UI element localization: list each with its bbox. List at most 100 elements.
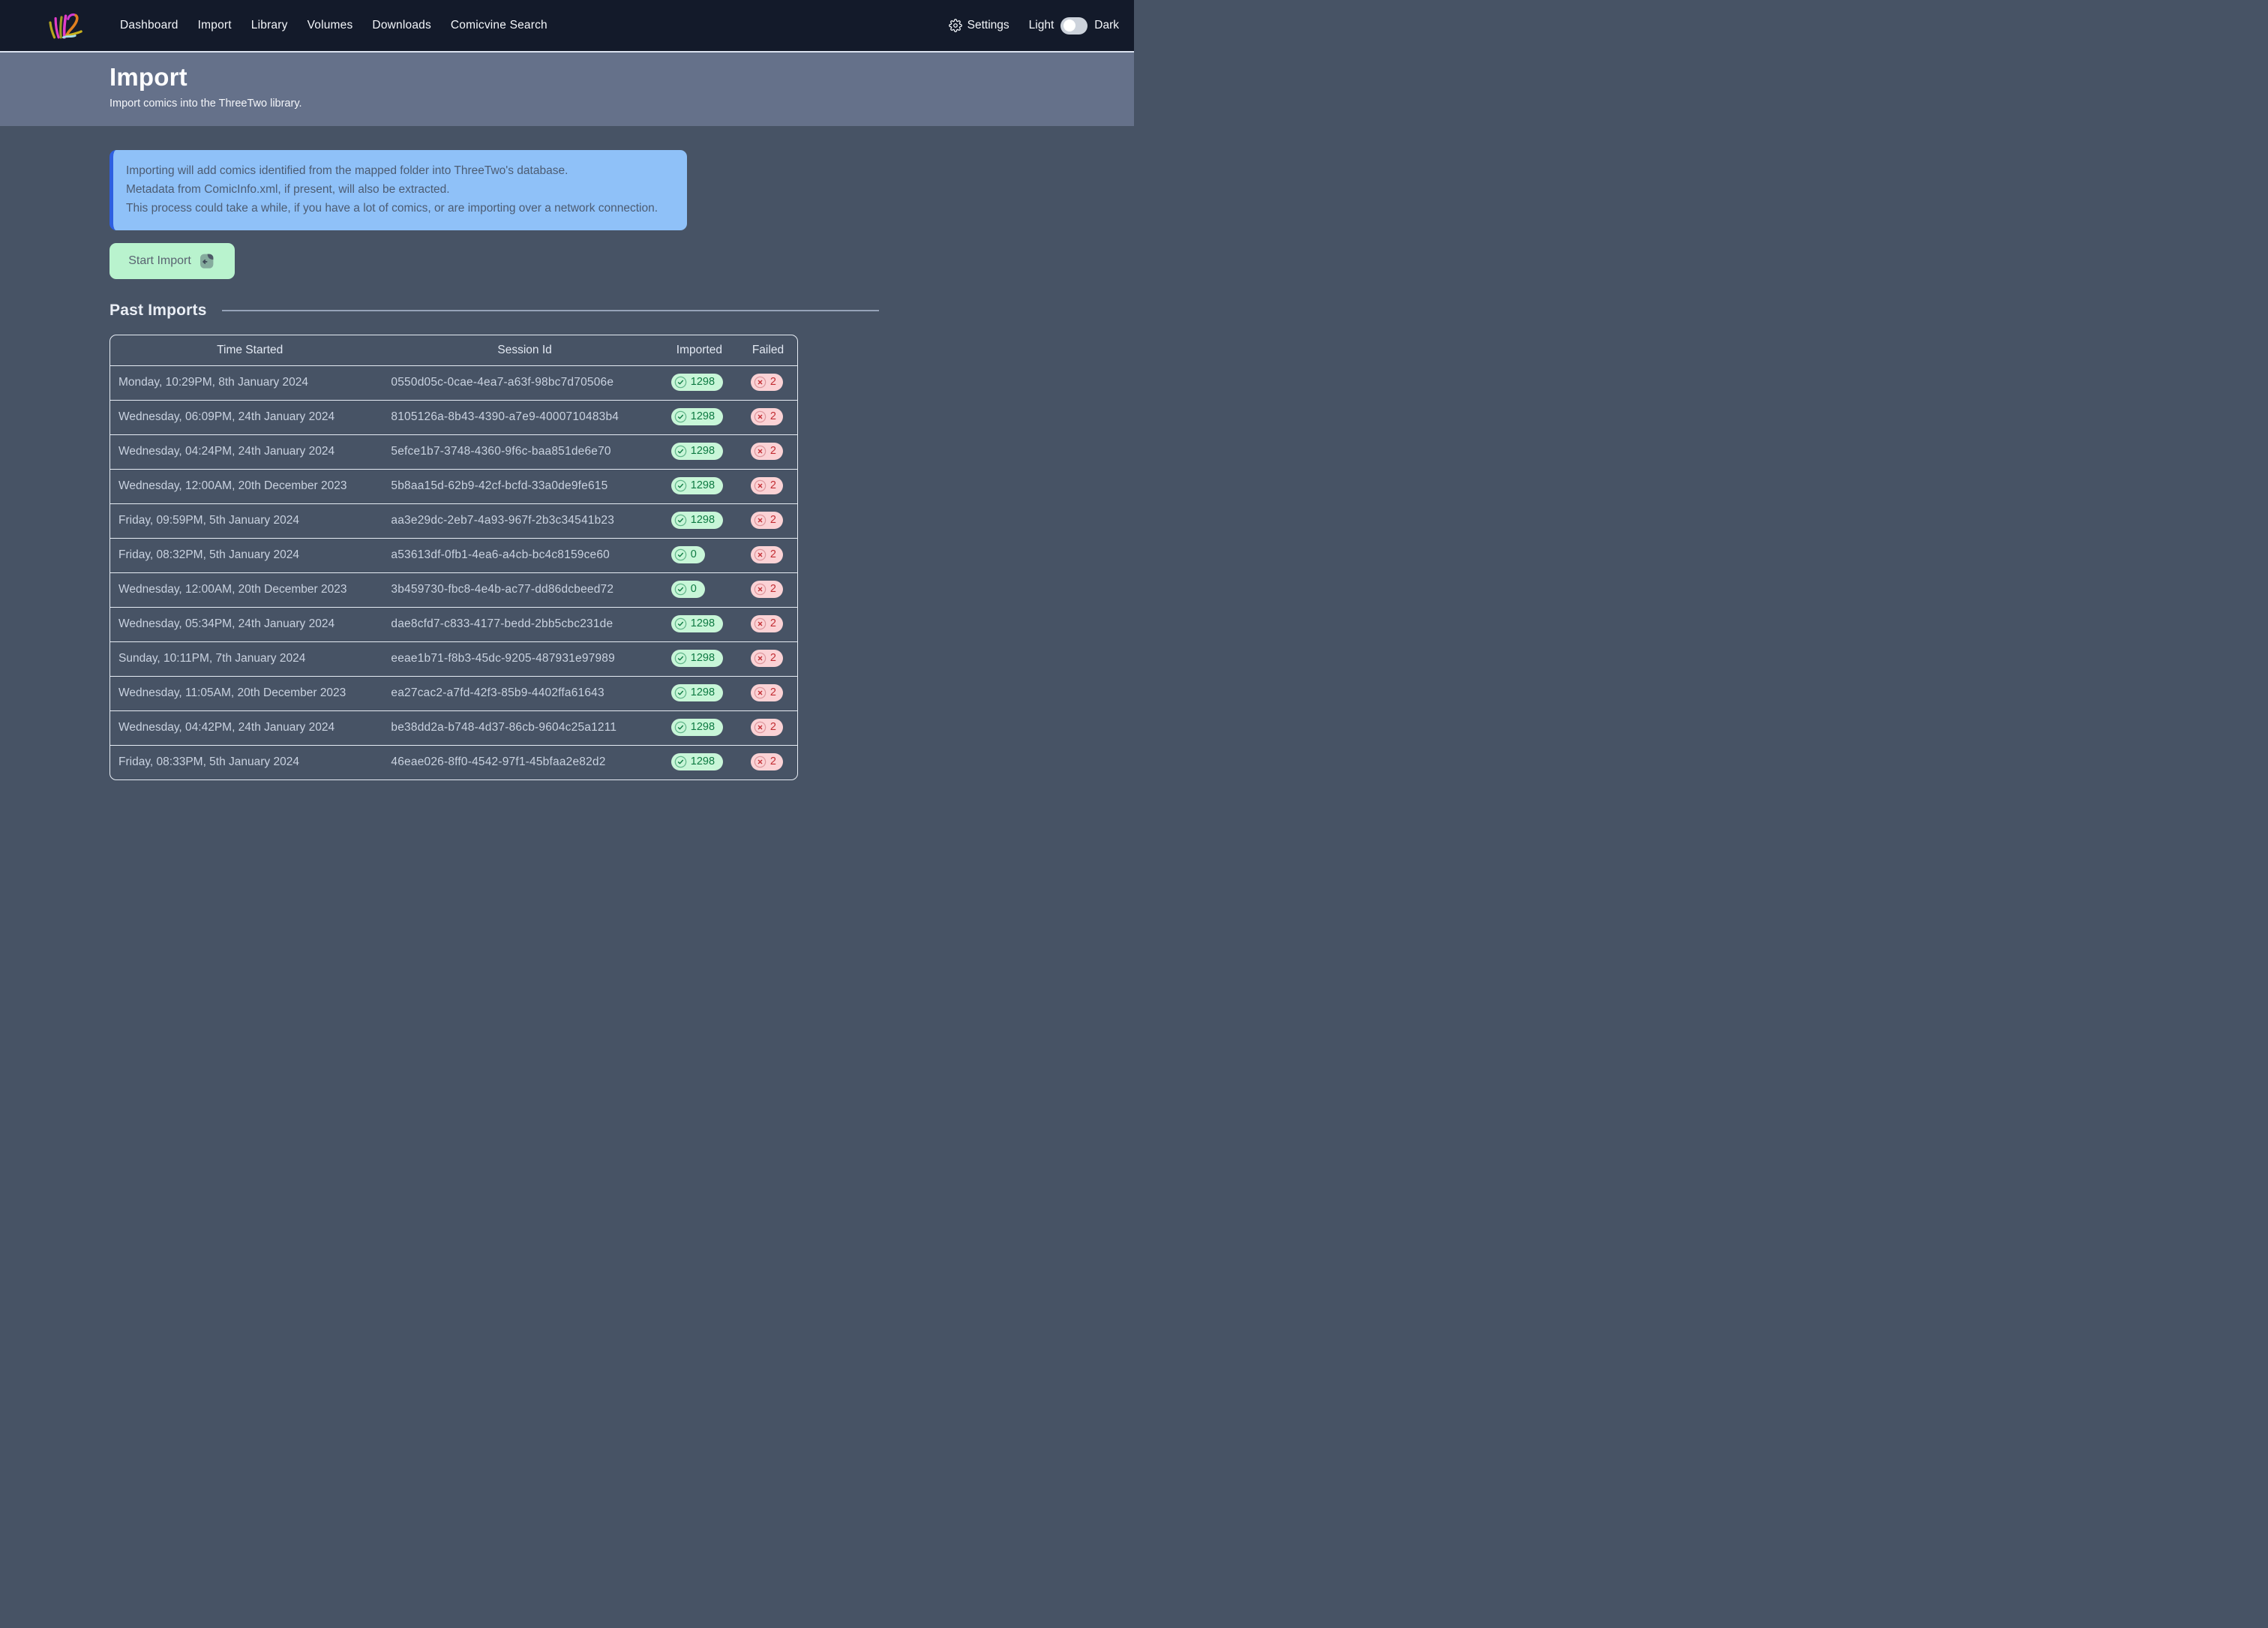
table-row: Wednesday, 04:24PM, 24th January 2024 5e… bbox=[110, 434, 797, 469]
nav-item-downloads[interactable]: Downloads bbox=[372, 19, 430, 32]
failed-badge: 2 bbox=[751, 615, 783, 632]
info-box: Importing will add comics identified fro… bbox=[110, 150, 687, 230]
table-row: Wednesday, 06:09PM, 24th January 2024 81… bbox=[110, 400, 797, 434]
session-id-cell: eeae1b71-f8b3-45dc-9205-487931e97989 bbox=[389, 641, 659, 676]
imported-badge: 1298 bbox=[671, 374, 723, 391]
failed-count: 2 bbox=[770, 514, 776, 526]
check-circle-icon bbox=[674, 548, 687, 561]
imported-badge: 1298 bbox=[671, 684, 723, 701]
check-circle-icon bbox=[674, 514, 687, 527]
table-row: Wednesday, 11:05AM, 20th December 2023 e… bbox=[110, 676, 797, 710]
session-id-cell: aa3e29dc-2eb7-4a93-967f-2b3c34541b23 bbox=[389, 503, 659, 538]
imported-cell: 1298 bbox=[660, 641, 739, 676]
start-import-button[interactable]: Start Import bbox=[110, 243, 235, 279]
nav-item-comicvine-search[interactable]: Comicvine Search bbox=[451, 19, 548, 32]
nav-item-volumes[interactable]: Volumes bbox=[308, 19, 353, 32]
time-started-cell: Wednesday, 11:05AM, 20th December 2023 bbox=[110, 676, 389, 710]
x-circle-icon bbox=[754, 376, 766, 389]
imported-count: 1298 bbox=[691, 445, 715, 457]
x-circle-icon bbox=[754, 445, 766, 458]
time-started-cell: Wednesday, 05:34PM, 24th January 2024 bbox=[110, 607, 389, 641]
imported-cell: 1298 bbox=[660, 400, 739, 434]
imported-count: 1298 bbox=[691, 652, 715, 664]
x-circle-icon bbox=[754, 514, 766, 527]
failed-cell: 2 bbox=[739, 745, 797, 779]
import-page: Dashboard Import Library Volumes Downloads Co… bbox=[0, 0, 1134, 814]
navbar: Dashboard Import Library Volumes Downloads Co… bbox=[0, 0, 1134, 51]
failed-cell: 2 bbox=[739, 365, 797, 400]
check-circle-icon bbox=[674, 721, 687, 734]
table-row: Friday, 09:59PM, 5th January 2024 aa3e29… bbox=[110, 503, 797, 538]
imported-cell: 1298 bbox=[660, 676, 739, 710]
time-started-cell: Wednesday, 12:00AM, 20th December 2023 bbox=[110, 469, 389, 503]
failed-cell: 2 bbox=[739, 469, 797, 503]
x-circle-icon bbox=[754, 721, 766, 734]
col-imported: Imported bbox=[660, 335, 739, 365]
threetwo-logo[interactable] bbox=[45, 8, 84, 43]
check-circle-icon bbox=[674, 445, 687, 458]
past-imports-section-head: Past Imports bbox=[110, 302, 879, 320]
time-started-cell: Friday, 08:32PM, 5th January 2024 bbox=[110, 538, 389, 572]
imported-cell: 1298 bbox=[660, 434, 739, 469]
session-id-cell: be38dd2a-b748-4d37-86cb-9604c25a1211 bbox=[389, 710, 659, 745]
failed-badge: 2 bbox=[751, 477, 783, 494]
session-id-cell: a53613df-0fb1-4ea6-a4cb-bc4c8159ce60 bbox=[389, 538, 659, 572]
failed-badge: 2 bbox=[751, 684, 783, 701]
table-row: Monday, 10:29PM, 8th January 2024 0550d0… bbox=[110, 365, 797, 400]
failed-cell: 2 bbox=[739, 572, 797, 607]
x-circle-icon bbox=[754, 686, 766, 699]
failed-count: 2 bbox=[770, 721, 776, 733]
imported-cell: 1298 bbox=[660, 503, 739, 538]
failed-badge: 2 bbox=[751, 408, 783, 425]
x-circle-icon bbox=[754, 583, 766, 596]
failed-count: 2 bbox=[770, 583, 776, 595]
imported-badge: 1298 bbox=[671, 753, 723, 770]
theme-toggle-knob[interactable] bbox=[1064, 20, 1076, 32]
theme-switcher: Light Dark bbox=[1029, 17, 1119, 35]
failed-count: 2 bbox=[770, 548, 776, 560]
imported-badge: 1298 bbox=[671, 408, 723, 425]
failed-count: 2 bbox=[770, 445, 776, 457]
table-row: Friday, 08:32PM, 5th January 2024 a53613… bbox=[110, 538, 797, 572]
session-id-cell: 3b459730-fbc8-4e4b-ac77-dd86dcbeed72 bbox=[389, 572, 659, 607]
nav-item-dashboard[interactable]: Dashboard bbox=[120, 19, 178, 32]
time-started-cell: Monday, 10:29PM, 8th January 2024 bbox=[110, 365, 389, 400]
imported-badge: 1298 bbox=[671, 512, 723, 529]
settings-link[interactable]: Settings bbox=[949, 19, 1010, 32]
imported-count: 1298 bbox=[691, 376, 715, 388]
session-id-cell: 5b8aa15d-62b9-42cf-bcfd-33a0de9fe615 bbox=[389, 469, 659, 503]
failed-cell: 2 bbox=[739, 503, 797, 538]
nav-item-import[interactable]: Import bbox=[198, 19, 232, 32]
time-started-cell: Wednesday, 06:09PM, 24th January 2024 bbox=[110, 400, 389, 434]
imported-cell: 0 bbox=[660, 538, 739, 572]
time-started-cell: Friday, 08:33PM, 5th January 2024 bbox=[110, 745, 389, 779]
section-divider bbox=[222, 310, 879, 311]
main-content: Importing will add comics identified fro… bbox=[0, 126, 1134, 780]
failed-cell: 2 bbox=[739, 434, 797, 469]
imported-cell: 1298 bbox=[660, 469, 739, 503]
failed-count: 2 bbox=[770, 376, 776, 388]
session-id-cell: 8105126a-8b43-4390-a7e9-4000710483b4 bbox=[389, 400, 659, 434]
past-imports-heading: Past Imports bbox=[110, 302, 207, 320]
check-circle-icon bbox=[674, 410, 687, 423]
table-body: Monday, 10:29PM, 8th January 2024 0550d0… bbox=[110, 365, 797, 779]
failed-count: 2 bbox=[770, 652, 776, 664]
x-circle-icon bbox=[754, 755, 766, 768]
navbar-right: Settings Light Dark bbox=[949, 17, 1119, 35]
failed-badge: 2 bbox=[751, 512, 783, 529]
table-row: Sunday, 10:11PM, 7th January 2024 eeae1b… bbox=[110, 641, 797, 676]
imported-count: 1298 bbox=[691, 721, 715, 733]
theme-toggle[interactable] bbox=[1060, 17, 1088, 35]
gear-icon bbox=[949, 19, 962, 32]
check-circle-icon bbox=[674, 652, 687, 665]
failed-cell: 2 bbox=[739, 607, 797, 641]
imported-count: 0 bbox=[691, 548, 697, 560]
failed-count: 2 bbox=[770, 479, 776, 491]
imported-badge: 1298 bbox=[671, 615, 723, 632]
session-id-cell: dae8cfd7-c833-4177-bedd-2bb5cbc231de bbox=[389, 607, 659, 641]
col-time-started: Time Started bbox=[110, 335, 389, 365]
imported-badge: 0 bbox=[671, 546, 705, 563]
failed-cell: 2 bbox=[739, 400, 797, 434]
nav-item-library[interactable]: Library bbox=[251, 19, 288, 32]
x-circle-icon bbox=[754, 617, 766, 630]
